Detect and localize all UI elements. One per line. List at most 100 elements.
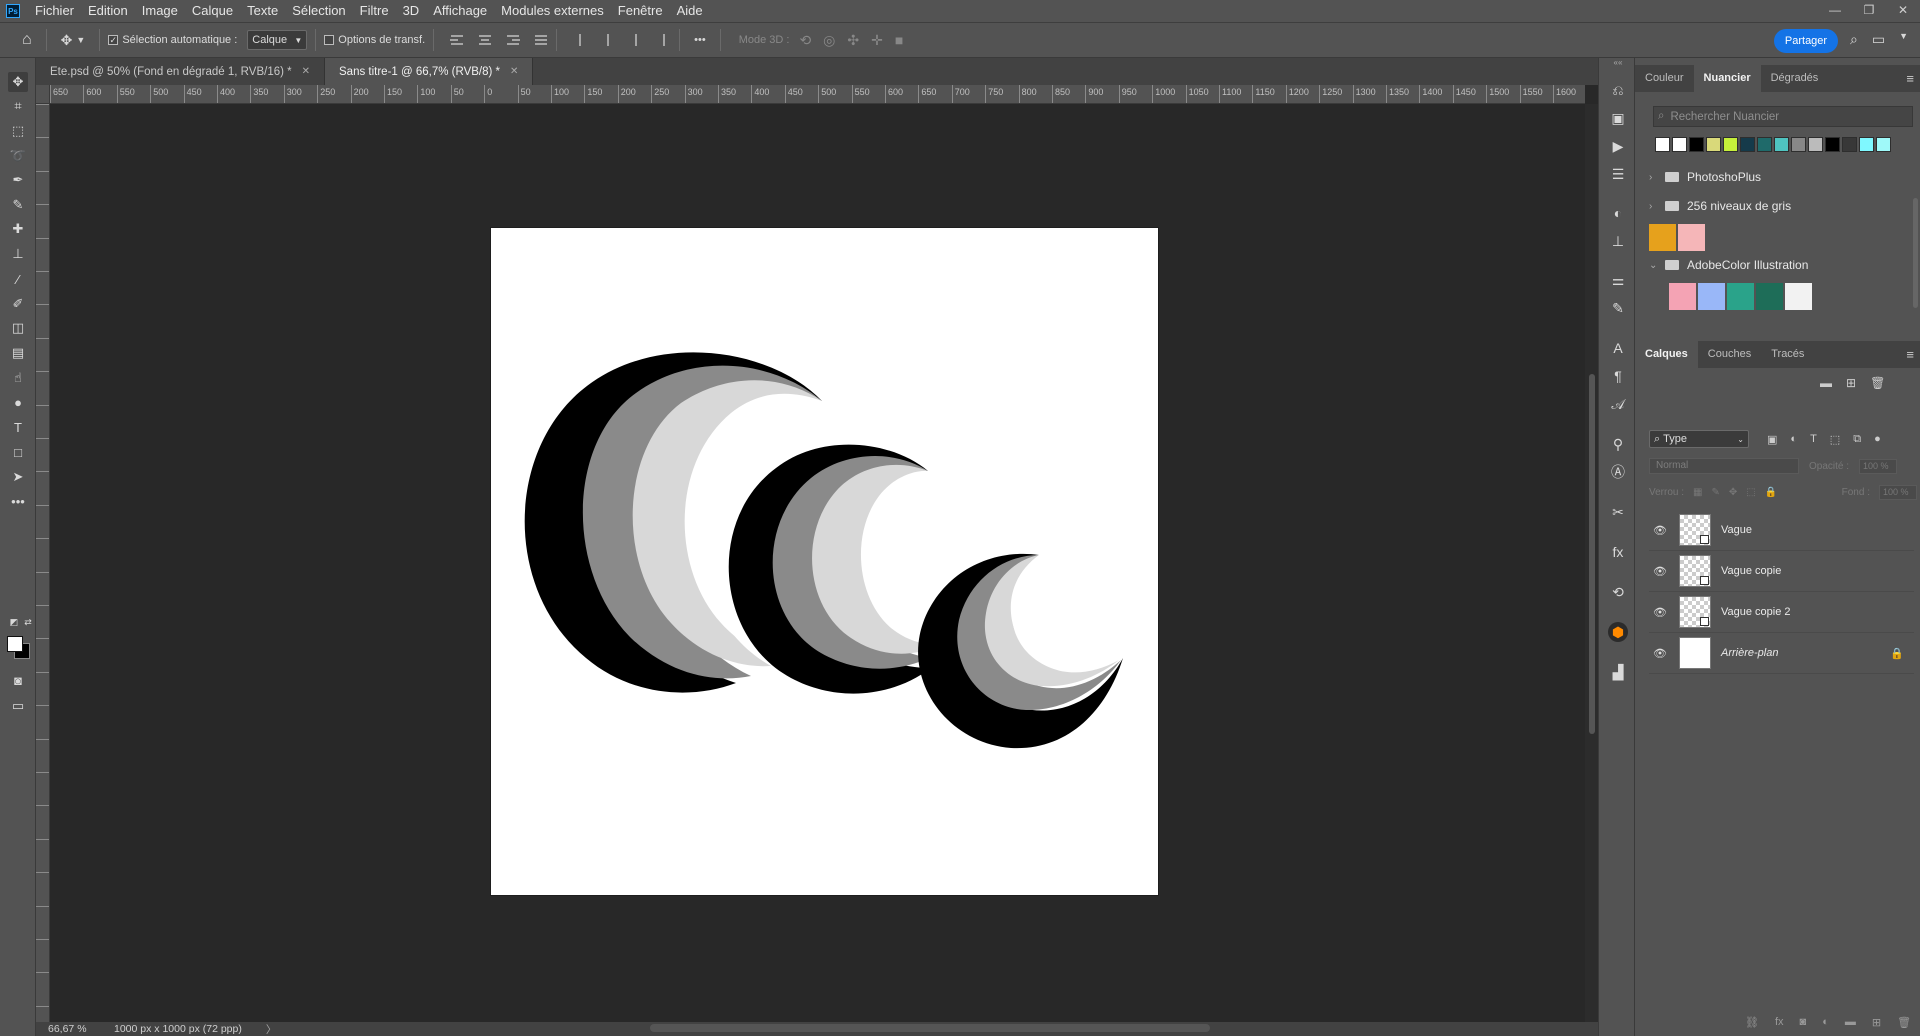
search-icon[interactable]: ⌕	[1850, 31, 1858, 48]
checkbox-checked-icon[interactable]: ✓	[108, 35, 119, 45]
horizontal-ruler[interactable]: 650 600 550 500 450 400 350 300 250 200 150 100 50 0 5…	[50, 85, 1585, 104]
paths-icon[interactable]: ⚲	[1608, 434, 1628, 454]
color-swatch[interactable]	[1678, 224, 1705, 251]
align-bottom-icon[interactable]	[629, 33, 643, 47]
filter-smart-object-icon[interactable]: ⧉	[1853, 433, 1861, 446]
fx-icon[interactable]: fx	[1608, 542, 1628, 562]
color-swatch[interactable]	[1876, 137, 1891, 152]
menu-edition[interactable]: Edition	[81, 0, 135, 22]
align-top-icon[interactable]	[573, 33, 587, 47]
panel-grip[interactable]: ««	[1600, 58, 1636, 67]
color-swatch[interactable]	[1825, 137, 1840, 152]
rectangle-tool-icon[interactable]: □	[8, 442, 28, 462]
document-canvas[interactable]	[491, 228, 1158, 895]
align-center-h-icon[interactable]	[478, 33, 492, 47]
new-group-icon[interactable]: ▬	[1820, 376, 1832, 390]
brush-tool-icon[interactable]: ✐	[8, 294, 28, 314]
status-menu-arrow[interactable]: 〉	[242, 1022, 277, 1036]
menu-3d[interactable]: 3D	[396, 0, 427, 22]
adjustments-icon[interactable]: ☰	[1608, 164, 1628, 184]
slide-3d-icon[interactable]: ✛	[871, 32, 883, 49]
align-middle-v-icon[interactable]	[601, 33, 615, 47]
color-swatch[interactable]	[1756, 283, 1783, 310]
swatch-folder-photoshoplus[interactable]: › PhotoshoPlus	[1649, 166, 1761, 188]
lock-image-icon[interactable]: ✎	[1711, 487, 1719, 498]
color-swatch[interactable]	[1669, 283, 1696, 310]
dodge-tool-icon[interactable]: ●	[8, 392, 28, 412]
layer-row[interactable]: 👁 Arrière-plan 🔒	[1649, 633, 1914, 674]
filter-toggle-icon[interactable]: ●	[1874, 433, 1881, 446]
new-swatch-icon[interactable]: ⊞	[1846, 376, 1856, 390]
quick-mask-icon[interactable]: ◙	[8, 670, 28, 690]
chevron-down-icon[interactable]: ▼	[76, 35, 85, 45]
tab-nuancier[interactable]: Nuancier	[1693, 65, 1761, 92]
swatches-scrollbar[interactable]	[1913, 198, 1918, 308]
minimize-button[interactable]: —	[1818, 0, 1852, 22]
3d-cube-icon[interactable]: ⬢	[1608, 622, 1628, 642]
sliders-icon[interactable]: ⚌	[1608, 270, 1628, 290]
swatch-folder-gray[interactable]: › 256 niveaux de gris	[1649, 195, 1791, 217]
swatch-folder-adobecolor[interactable]: ⌄ AdobeColor Illustration	[1649, 254, 1808, 276]
vertical-ruler[interactable]	[36, 104, 50, 1022]
link-layers-icon[interactable]: ⛓	[1745, 1016, 1759, 1029]
styles-icon[interactable]: ◐	[1608, 203, 1628, 223]
blend-mode-dropdown[interactable]: Normal	[1649, 458, 1799, 474]
new-group-icon[interactable]: ▬	[1845, 1016, 1856, 1029]
trash-icon[interactable]: 🗑	[1870, 376, 1885, 390]
lock-transparent-icon[interactable]: ▦	[1693, 487, 1702, 498]
actions-play-icon[interactable]: ▶	[1608, 136, 1628, 156]
crop-tool-icon[interactable]: ⌗	[8, 96, 28, 116]
trash-icon[interactable]: 🗑	[1897, 1016, 1911, 1029]
color-swatch[interactable]	[1757, 137, 1772, 152]
brush-settings-icon[interactable]: ✎	[1608, 298, 1628, 318]
properties-icon[interactable]: ▣	[1608, 108, 1628, 128]
horizontal-scrollbar-thumb[interactable]	[650, 1024, 1210, 1032]
close-window-button[interactable]: ✕	[1886, 0, 1920, 22]
color-swatch[interactable]	[1727, 283, 1754, 310]
adjustment-layer-icon[interactable]: ◐	[1822, 1016, 1829, 1029]
color-swatch[interactable]	[1649, 224, 1676, 251]
tab-traces[interactable]: Tracés	[1761, 341, 1814, 368]
panel-menu-icon[interactable]: ≡	[1906, 71, 1914, 86]
align-left-icon[interactable]	[450, 33, 464, 47]
close-icon[interactable]: ✕	[510, 66, 518, 77]
share-button[interactable]: Partager	[1774, 29, 1838, 53]
chevron-down-icon[interactable]: ▼	[1899, 31, 1908, 48]
gradient-tool-icon[interactable]: ▤	[8, 343, 28, 363]
filter-pixel-icon[interactable]: ▣	[1767, 433, 1777, 446]
vertical-scrollbar[interactable]	[1585, 104, 1598, 1022]
character-styles-icon[interactable]: Ⓐ	[1608, 462, 1628, 482]
scrollbar-thumb[interactable]	[1589, 374, 1595, 734]
auto-select-checkbox[interactable]: ✓ Sélection automatique :	[108, 34, 237, 46]
smudge-tool-icon[interactable]: ☝	[8, 368, 28, 388]
chevron-right-icon[interactable]: ›	[1649, 172, 1657, 183]
foreground-color-swatch[interactable]	[7, 636, 23, 652]
color-swatch[interactable]	[1698, 283, 1725, 310]
color-swatch[interactable]	[1723, 137, 1738, 152]
pen-tool-icon[interactable]: ✒	[8, 170, 28, 190]
menu-modules-externes[interactable]: Modules externes	[494, 0, 611, 22]
paragraph-icon[interactable]: ¶	[1608, 366, 1628, 386]
color-swatch[interactable]	[1740, 137, 1755, 152]
eye-icon[interactable]: 👁	[1649, 524, 1671, 537]
menu-fenetre[interactable]: Fenêtre	[611, 0, 670, 22]
menu-filtre[interactable]: Filtre	[353, 0, 396, 22]
roll-3d-icon[interactable]: ◎	[823, 32, 835, 49]
eye-icon[interactable]: 👁	[1649, 565, 1671, 578]
plugin-icon[interactable]: ▟	[1608, 662, 1628, 682]
transform-controls-checkbox[interactable]: Options de transf.	[324, 34, 425, 46]
menu-affichage[interactable]: Affichage	[426, 0, 494, 22]
distribute-vertical-icon[interactable]	[657, 33, 671, 47]
healing-tool-icon[interactable]: ✚	[8, 219, 28, 239]
lock-artboard-icon[interactable]: ⬚	[1746, 487, 1755, 498]
orbit-3d-icon[interactable]: ⟲	[799, 32, 811, 49]
eye-icon[interactable]: 👁	[1649, 606, 1671, 619]
layer-row[interactable]: 👁 Vague copie 2	[1649, 592, 1914, 633]
quick-select-tool-icon[interactable]: ✎	[8, 195, 28, 215]
menu-image[interactable]: Image	[135, 0, 185, 22]
tab-calques[interactable]: Calques	[1635, 341, 1698, 368]
move-tool-icon[interactable]: ✥	[8, 72, 28, 92]
color-swatch[interactable]	[1706, 137, 1721, 152]
zoom-level[interactable]: 66,67 %	[36, 1023, 94, 1035]
color-swatch[interactable]	[1774, 137, 1789, 152]
